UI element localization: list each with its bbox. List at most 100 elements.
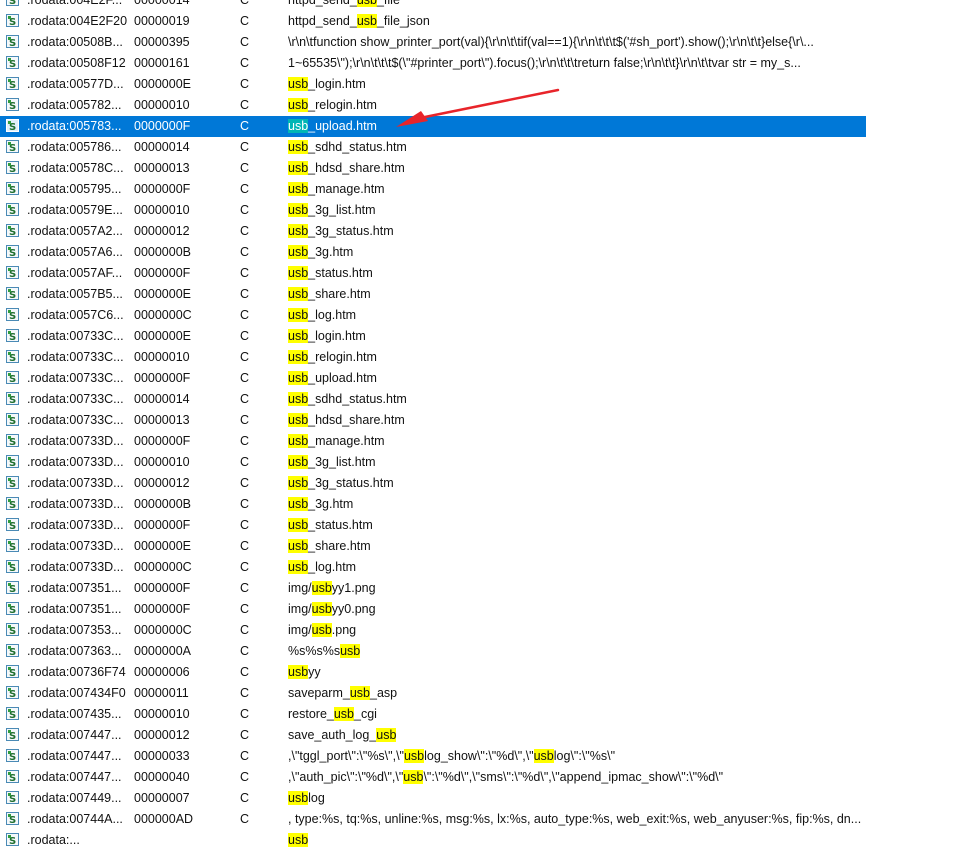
string-row[interactable]: .rodata:007353... 0000000C Cimg/usb.png [0,620,968,642]
string-row[interactable]: .rodata:00733D... 00000010 Cusb_3g_list.ht… [0,452,968,474]
address-cell: .rodata:00733C... [27,350,124,364]
type-cell: C [240,329,250,343]
string-row[interactable]: .rodata:00733D... 0000000E Cusb_share.htm [0,536,968,558]
string-row[interactable]: .rodata:00736F74 00000006 Cusbyy [0,662,968,684]
search-match-highlight: usb [288,455,309,469]
string-row[interactable]: .rodata:00733D... 0000000F Cusb_status.htm [0,515,968,537]
string-icon [6,411,19,432]
string-row[interactable]: .rodata:00733D... 00000012 Cusb_3g_status.… [0,473,968,495]
type-cell: C [240,161,250,175]
address-cell: .rodata:005795... [27,182,122,196]
string-row[interactable]: .rodata:00577D... 0000000E Cusb_login.htm [0,74,968,96]
string-row[interactable]: .rodata:0057B5... 0000000E Cusb_share.htm [0,284,968,306]
string-row[interactable]: .rodata:00733C... 0000000F Cusb_upload.htm [0,368,968,390]
address-cell: .rodata:0057A6... [27,245,123,259]
string-icon [6,369,19,390]
string-row[interactable]: .rodata:00733D... 0000000F Cusb_manage.htm [0,431,968,453]
length-cell: 00000014 [134,0,190,7]
string-cell: save_auth_log_usb [288,728,397,742]
type-cell: C [240,392,250,406]
length-cell: 00000012 [134,476,190,490]
address-cell: .rodata:00733D... [27,497,124,511]
string-row[interactable]: .rodata:00744A... 000000AD C , type:%s, tq:… [0,809,968,831]
type-cell: C [240,350,250,364]
string-cell: usb_sdhd_status.htm [288,140,407,154]
address-cell: .rodata:00579E... [27,203,123,217]
string-row[interactable]: .rodata:00733D... 0000000C Cusb_log.htm [0,557,968,579]
string-row[interactable]: .rodata:00733D... 0000000B Cusb_3g.htm [0,494,968,516]
type-cell: C [240,623,250,637]
string-row[interactable]: .rodata:007363... 0000000A C %s%s%susb [0,641,968,663]
address-cell: .rodata:00733C... [27,392,124,406]
string-row[interactable]: .rodata:007447... 00000033 C ,\"tggl_port\"… [0,746,968,768]
search-match-highlight: usb [288,434,309,448]
string-row[interactable]: .rodata:0057A6... 0000000B Cusb_3g.htm [0,242,968,264]
address-cell: .rodata:00578C... [27,161,124,175]
string-row[interactable]: .rodata:007434F0 00000011 Csaveparm_usb_as… [0,683,968,705]
search-match-highlight: usb [288,203,309,217]
string-row[interactable]: .rodata:007351... 0000000F Cimg/usbyy0.png [0,599,968,621]
address-cell: .rodata:007447... [27,749,122,763]
string-row[interactable]: .rodata:00579E... 00000010 Cusb_3g_list.ht… [0,200,968,222]
string-icon [6,285,19,306]
address-cell: .rodata:0057AF... [27,266,123,280]
address-cell: .rodata:00733C... [27,329,124,343]
string-row[interactable]: .rodata:0057AF... 0000000F Cusb_status.htm [0,263,968,285]
string-row[interactable]: .rodata:004E2F... 00000014 Chttpd_send_usb… [0,0,968,12]
string-row[interactable]: .rodata:007447... 00000040 C ,\"auth_pic\":… [0,767,968,789]
string-row[interactable]: .rodata:00733C... 00000013 Cusb_hdsd_share… [0,410,968,432]
string-icon [6,348,19,369]
search-match-highlight: usb [288,119,309,133]
length-cell: 00000012 [134,728,190,742]
string-row[interactable]: .rodata:0057A2... 00000012 Cusb_3g_status.… [0,221,968,243]
string-row[interactable]: .rodata:007447... 00000012 Csave_auth_log_… [0,725,968,747]
address-cell: .rodata:00733C... [27,371,124,385]
string-icon [6,621,19,642]
string-row[interactable]: .rodata:004E2F20 00000019 Chttpd_send_usb_… [0,11,968,33]
length-cell: 0000000B [134,245,192,259]
string-row[interactable]: .rodata:005782... 00000010 Cusb_relogin.ht… [0,95,968,117]
string-cell: usb_sdhd_status.htm [288,392,407,406]
length-cell: 00000010 [134,350,190,364]
type-cell: C [240,224,250,238]
type-cell: C [240,14,250,28]
string-cell: usb_3g.htm [288,245,354,259]
address-cell: .rodata:007353... [27,623,122,637]
address-cell: .rodata:0057C6... [27,308,124,322]
address-cell: .rodata:005782... [27,98,122,112]
address-cell: .rodata:007447... [27,728,122,742]
string-row[interactable]: .rodata:005786... 00000014 Cusb_sdhd_statu… [0,137,968,159]
address-cell: .rodata:00733D... [27,476,124,490]
string-row[interactable]: .rodata:00578C... 00000013 Cusb_hdsd_share… [0,158,968,180]
type-cell: C [240,413,250,427]
string-row[interactable]: .rodata:007449... 00000007 Cusblog [0,788,968,810]
search-match-highlight: usb [288,791,309,805]
search-match-highlight: usb [356,14,377,28]
type-cell: C [240,581,250,595]
length-cell: 0000000F [134,581,191,595]
string-row[interactable]: .rodata:00733C... 00000014 Cusb_sdhd_statu… [0,389,968,411]
string-row[interactable]: .rodata:007351... 0000000F Cimg/usbyy1.png [0,578,968,600]
string-row[interactable]: .rodata:0057C6... 0000000C Cusb_log.htm [0,305,968,327]
string-row[interactable]: .rodata:00733C... 00000010 Cusb_relogin.ht… [0,347,968,369]
string-icon [6,390,19,411]
string-row[interactable]: .rodata:00508F12 00000161 C 1~65535\");\r\n… [0,53,968,75]
type-cell: C [240,266,250,280]
string-icon [6,75,19,96]
string-row[interactable]: .rodata:005783... 0000000F Cusb_upload.htm [0,116,968,138]
string-cell: ,\"tggl_port\":\"%s\",\"usblog_show\":\"… [288,749,616,763]
string-row[interactable]: .rodata:00508B... 00000395 C \r\n\tfunction… [0,32,968,54]
search-match-highlight: usb [333,707,355,721]
string-row[interactable]: .rodata:007435... 00000010 Crestore_usb_cg… [0,704,968,726]
type-cell: C [240,371,250,385]
length-cell: 00000161 [134,56,190,70]
string-icon [6,159,19,180]
string-cell: img/usbyy0.png [288,602,376,616]
type-cell: C [240,497,250,511]
search-match-highlight: usb [288,98,309,112]
string-icon [6,54,19,75]
string-row[interactable]: .rodata:005795... 0000000F Cusb_manage.htm [0,179,968,201]
string-row[interactable]: .rodata:00733C... 0000000E Cusb_login.htm [0,326,968,348]
address-cell: .rodata:007363... [27,644,122,658]
string-row[interactable]: .rodata:... usb [0,830,968,852]
